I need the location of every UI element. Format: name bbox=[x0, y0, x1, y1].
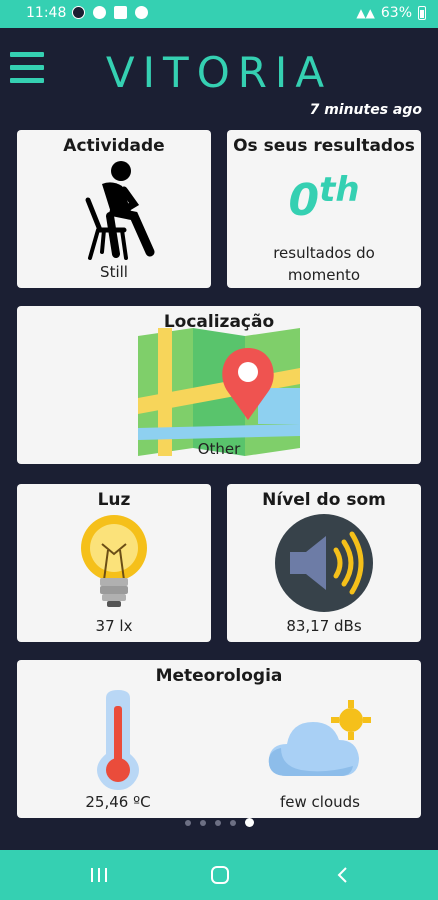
system-nav-bar bbox=[0, 850, 438, 900]
map-pin-icon bbox=[138, 328, 300, 456]
sound-title: Nível do som bbox=[262, 490, 386, 510]
page-dot-2[interactable] bbox=[199, 819, 206, 826]
location-value: Other bbox=[197, 440, 241, 458]
notification-icons bbox=[72, 6, 148, 19]
recent-apps-icon[interactable] bbox=[84, 863, 114, 887]
activity-value: Still bbox=[100, 263, 128, 281]
sound-value: 83,17 dBs bbox=[286, 617, 362, 635]
weather-card[interactable]: Meteorologia 25,46 ºC few clouds bbox=[17, 660, 421, 818]
rank-display: 0th bbox=[227, 170, 421, 226]
temperature-value: 25,46 ºC bbox=[85, 793, 151, 811]
notification-image-icon bbox=[114, 6, 127, 19]
location-title: Localização bbox=[163, 312, 275, 332]
results-card[interactable]: Os seus resultados 0th resultados do mom… bbox=[227, 130, 421, 288]
page-dot-4[interactable] bbox=[229, 819, 236, 826]
light-card[interactable]: Luz 37 lx bbox=[17, 484, 211, 642]
sound-card[interactable]: Nível do som 83,17 dBs bbox=[227, 484, 421, 642]
signal-icon: ▲▲ bbox=[356, 6, 375, 20]
speaker-icon bbox=[275, 514, 373, 612]
page-dot-5-active[interactable] bbox=[244, 818, 254, 827]
page-indicator bbox=[0, 818, 438, 827]
light-bulb-icon bbox=[81, 515, 147, 607]
light-title: Luz bbox=[97, 490, 131, 510]
activity-card[interactable]: Actividade Still bbox=[17, 130, 211, 288]
results-subtitle-line1: resultados do bbox=[273, 244, 375, 262]
light-value: 37 lx bbox=[95, 617, 133, 635]
status-bar: 11:48 ▲▲ 63% bbox=[0, 0, 438, 28]
back-icon[interactable] bbox=[328, 863, 358, 887]
activity-title: Actividade bbox=[63, 136, 165, 156]
battery-percent: 63% bbox=[380, 5, 412, 21]
page-dot-3[interactable] bbox=[214, 819, 221, 826]
location-card[interactable]: Localização Other bbox=[17, 306, 421, 464]
app-title: VITORIA bbox=[105, 48, 333, 97]
rank-number: 0 bbox=[288, 175, 320, 226]
thermometer-icon bbox=[97, 690, 139, 790]
battery-icon bbox=[418, 6, 426, 20]
page-dot-1[interactable] bbox=[184, 819, 191, 826]
weather-condition: few clouds bbox=[280, 793, 360, 811]
notification-check-icon bbox=[135, 6, 148, 19]
results-subtitle-line2: momento bbox=[287, 266, 361, 284]
notification-dot-icon bbox=[72, 6, 85, 19]
rank-suffix: th bbox=[319, 170, 360, 210]
last-updated: 7 minutes ago bbox=[309, 102, 422, 118]
status-time: 11:48 bbox=[26, 5, 67, 21]
notification-shield-icon bbox=[93, 6, 106, 19]
weather-title: Meteorologia bbox=[155, 666, 283, 686]
person-sitting-icon bbox=[85, 161, 155, 260]
sun-behind-cloud-icon bbox=[268, 700, 371, 776]
home-icon[interactable] bbox=[205, 863, 235, 887]
results-title: Os seus resultados bbox=[233, 136, 415, 156]
system-status: ▲▲ 63% bbox=[356, 5, 426, 21]
results-subtitle: resultados do momento bbox=[227, 242, 421, 286]
